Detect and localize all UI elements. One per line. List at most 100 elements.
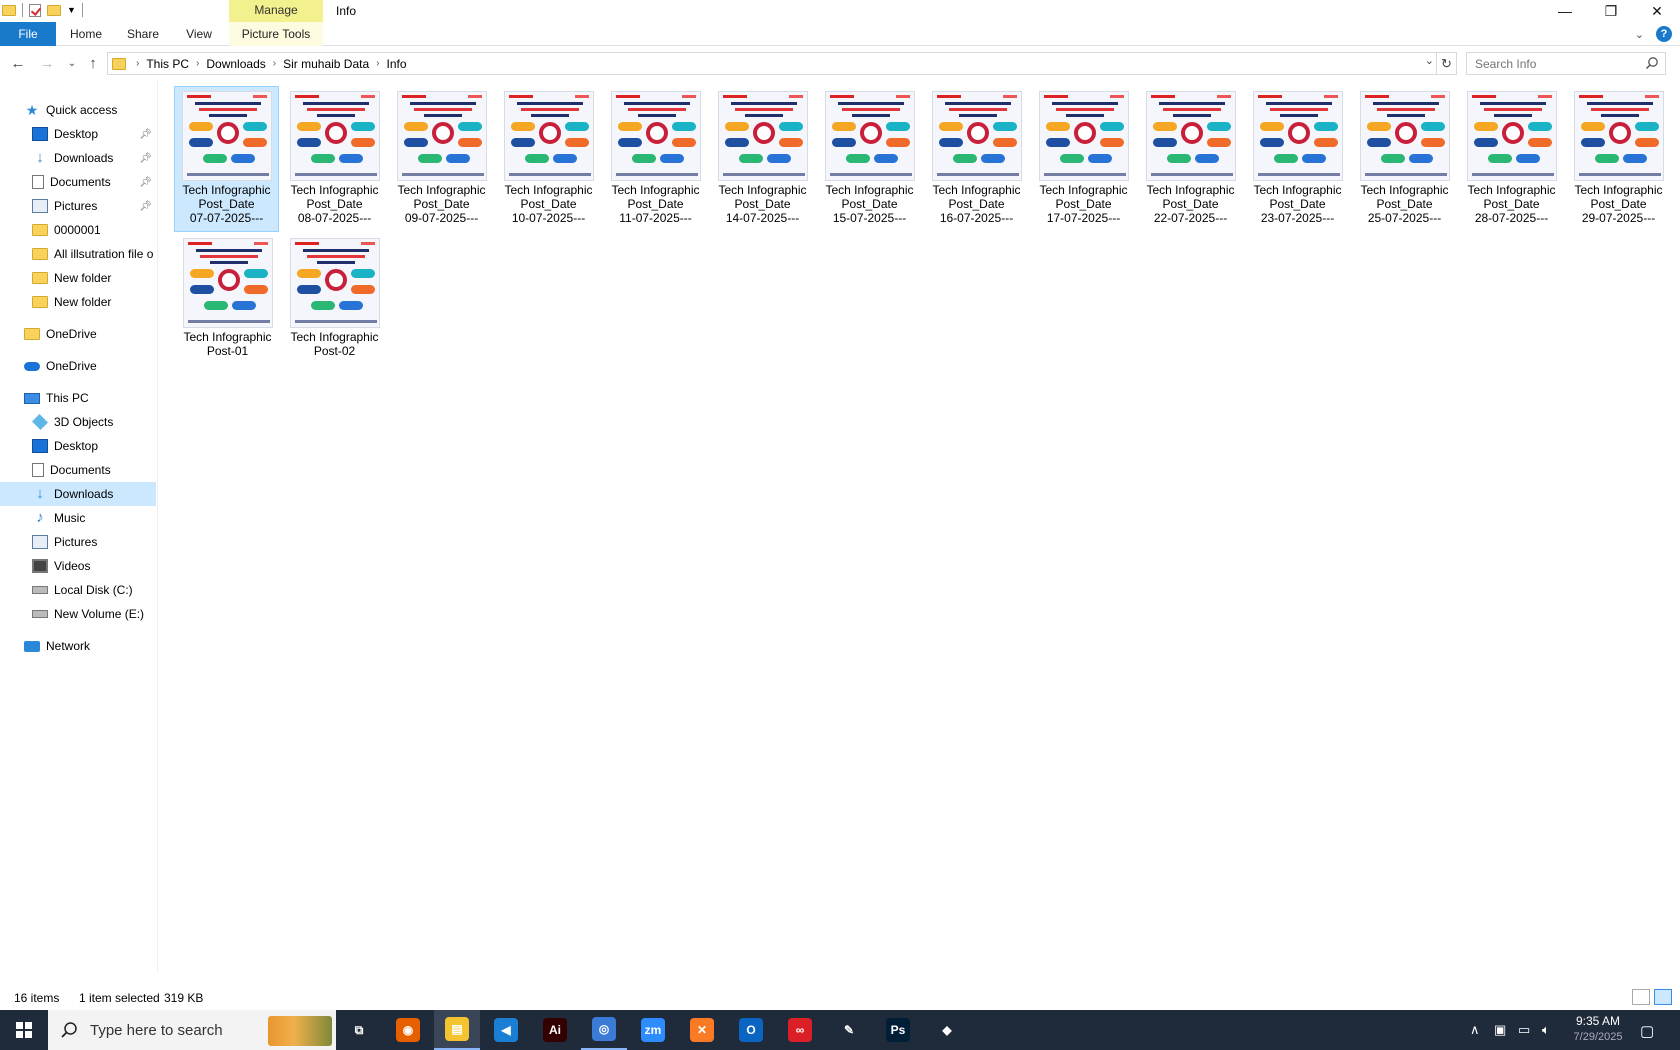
volume-icon[interactable]: 🔈︎ — [1542, 1022, 1550, 1038]
file-item[interactable]: Tech Infographic Post_Date 25-07-2025--- — [1352, 87, 1457, 233]
file-item[interactable]: Tech Infographic Post_Date 17-07-2025--- — [1031, 87, 1136, 233]
start-button[interactable] — [0, 1010, 48, 1050]
sidebar-item-new-folder[interactable]: New folder — [0, 266, 156, 290]
restore-button[interactable]: ❐ — [1588, 0, 1634, 22]
sidebar-item-new-volume-e[interactable]: New Volume (E:) — [0, 602, 156, 626]
sidebar-item-3d-objects[interactable]: 3D Objects — [0, 410, 156, 434]
sidebar-item-all-illsutration[interactable]: All illsutration file o — [0, 242, 156, 266]
taskbar-app-photoshop[interactable]: Ps — [875, 1010, 921, 1050]
tab-view[interactable]: View — [176, 22, 222, 46]
taskbar-app-pen-tool[interactable]: ✎ — [826, 1010, 872, 1050]
sidebar-item-pc-documents[interactable]: Documents — [0, 458, 156, 482]
taskbar-app-outlook[interactable]: O — [728, 1010, 774, 1050]
tab-share[interactable]: Share — [118, 22, 168, 46]
file-item[interactable]: Tech Infographic Post-01 — [175, 234, 280, 380]
tab-file[interactable]: File — [0, 22, 56, 46]
pin-icon[interactable]: 📌︎ — [139, 201, 152, 212]
breadcrumb-downloads[interactable]: Downloads — [206, 57, 265, 71]
search-input[interactable] — [1467, 53, 1637, 74]
file-item[interactable]: Tech Infographic Post_Date 28-07-2025--- — [1459, 87, 1564, 233]
sidebar-item-0000001[interactable]: 0000001 — [0, 218, 156, 242]
sidebar-item-quick-access[interactable]: ★ Quick access — [0, 98, 156, 122]
chevron-right-icon[interactable]: › — [273, 58, 276, 69]
file-item[interactable]: Tech Infographic Post_Date 14-07-2025--- — [710, 87, 815, 233]
folder-icon[interactable] — [2, 4, 16, 16]
file-item[interactable]: Tech Infographic Post_Date 11-07-2025--- — [603, 87, 708, 233]
sidebar-item-onedrive[interactable]: OneDrive — [0, 354, 156, 378]
minimize-button[interactable]: — — [1542, 0, 1588, 22]
new-folder-icon[interactable] — [47, 4, 61, 16]
taskbar-app-illustrator[interactable]: Ai — [532, 1010, 578, 1050]
sidebar-item-pc-downloads[interactable]: ↓ Downloads — [0, 482, 156, 506]
tab-home[interactable]: Home — [62, 22, 110, 46]
taskbar-app-app-gem[interactable]: ◆ — [924, 1010, 970, 1050]
large-icons-view-icon[interactable] — [1654, 989, 1672, 1005]
recent-locations-icon[interactable]: ⌄ — [62, 54, 82, 74]
close-button[interactable]: ✕ — [1634, 0, 1680, 22]
properties-icon[interactable] — [29, 3, 41, 17]
taskbar-search[interactable]: Type here to search — [48, 1010, 336, 1050]
chevron-right-icon[interactable]: › — [376, 58, 379, 69]
help-icon[interactable]: ? — [1656, 26, 1672, 42]
details-view-icon[interactable] — [1632, 989, 1650, 1005]
sidebar-item-desktop[interactable]: Desktop 📌︎ — [0, 122, 156, 146]
expand-ribbon-icon[interactable]: ⌄ — [1635, 28, 1644, 41]
file-item[interactable]: Tech Infographic Post_Date 16-07-2025--- — [924, 87, 1029, 233]
sidebar-item-music[interactable]: ♪ Music — [0, 506, 156, 530]
refresh-icon[interactable]: ↻ — [1437, 52, 1457, 75]
chevron-right-icon[interactable]: › — [136, 58, 139, 69]
taskbar-app-chrome[interactable]: ◎ — [581, 1010, 627, 1050]
taskbar-app-zoom[interactable]: zm — [630, 1010, 676, 1050]
taskbar-app-task-view[interactable]: ⧉ — [336, 1010, 382, 1050]
customize-toolbar-icon[interactable]: ▼ — [67, 5, 76, 15]
show-hidden-icons-icon[interactable]: ∧ — [1470, 1022, 1480, 1038]
back-arrow-icon[interactable]: ← — [8, 54, 28, 74]
breadcrumb-sir-muhaib-data[interactable]: Sir muhaib Data — [283, 57, 369, 71]
taskbar-app-xampp[interactable]: ✕ — [679, 1010, 725, 1050]
sidebar-item-documents[interactable]: Documents 📌︎ — [0, 170, 156, 194]
file-item[interactable]: Tech Infographic Post_Date 07-07-2025--- — [174, 86, 279, 232]
sidebar-item-downloads[interactable]: ↓ Downloads 📌︎ — [0, 146, 156, 170]
sidebar-item-new-folder-2[interactable]: New folder — [0, 290, 156, 314]
pin-icon[interactable]: 📌︎ — [139, 153, 152, 164]
network-tray-icon[interactable]: ▭ — [1518, 1022, 1530, 1038]
pin-icon[interactable]: 📌︎ — [139, 177, 152, 188]
sidebar-item-this-pc[interactable]: This PC — [0, 386, 156, 410]
sidebar-item-pc-pictures[interactable]: Pictures — [0, 530, 156, 554]
sidebar-item-pc-desktop[interactable]: Desktop — [0, 434, 156, 458]
breadcrumb-this-pc[interactable]: This PC — [146, 57, 189, 71]
manage-tab[interactable]: Manage — [229, 0, 323, 22]
pane-divider[interactable] — [157, 80, 158, 972]
sidebar-item-local-disk-c[interactable]: Local Disk (C:) — [0, 578, 156, 602]
file-item[interactable]: Tech Infographic Post_Date 22-07-2025--- — [1138, 87, 1243, 233]
up-arrow-icon[interactable]: ↑ — [83, 54, 103, 74]
file-item[interactable]: Tech Infographic Post_Date 09-07-2025--- — [389, 87, 494, 233]
sidebar-item-videos[interactable]: Videos — [0, 554, 156, 578]
taskbar-app-file-explorer[interactable]: ▤ — [434, 1010, 480, 1050]
chevron-right-icon[interactable]: › — [196, 58, 199, 69]
search-icon[interactable] — [1645, 56, 1659, 70]
sidebar-item-label: OneDrive — [46, 327, 97, 341]
file-item[interactable]: Tech Infographic Post_Date 10-07-2025--- — [496, 87, 601, 233]
clock[interactable]: 9:35 AM 7/29/2025 — [1560, 1013, 1636, 1045]
pin-icon[interactable]: 📌︎ — [139, 129, 152, 140]
sidebar-item-pictures[interactable]: Pictures 📌︎ — [0, 194, 156, 218]
file-item[interactable]: Tech Infographic Post_Date 23-07-2025--- — [1245, 87, 1350, 233]
search-box[interactable] — [1466, 52, 1666, 75]
taskbar-app-vscode[interactable]: ◀ — [483, 1010, 529, 1050]
file-item[interactable]: Tech Infographic Post_Date 15-07-2025--- — [817, 87, 922, 233]
file-item[interactable]: Tech Infographic Post_Date 29-07-2025--- — [1566, 87, 1671, 233]
taskbar-app-creative-cloud[interactable]: ∞ — [777, 1010, 823, 1050]
sidebar-item-onedrive-folder[interactable]: OneDrive — [0, 322, 156, 346]
tab-picture-tools[interactable]: Picture Tools — [229, 22, 323, 46]
address-bar[interactable]: › This PC › Downloads › Sir muhaib Data … — [107, 52, 1437, 75]
breadcrumb-info[interactable]: Info — [386, 57, 406, 71]
file-item[interactable]: Tech Infographic Post-02 — [282, 234, 387, 380]
onedrive-tray-icon[interactable]: ▣ — [1494, 1022, 1506, 1038]
forward-arrow-icon[interactable]: → — [37, 54, 57, 74]
sidebar-item-network[interactable]: Network — [0, 634, 156, 658]
notifications-icon[interactable]: ▢ — [1640, 1022, 1654, 1040]
taskbar-app-firefox[interactable]: ◉ — [385, 1010, 431, 1050]
file-item[interactable]: Tech Infographic Post_Date 08-07-2025--- — [282, 87, 387, 233]
chevron-down-icon[interactable]: ⌄ — [1425, 54, 1434, 67]
